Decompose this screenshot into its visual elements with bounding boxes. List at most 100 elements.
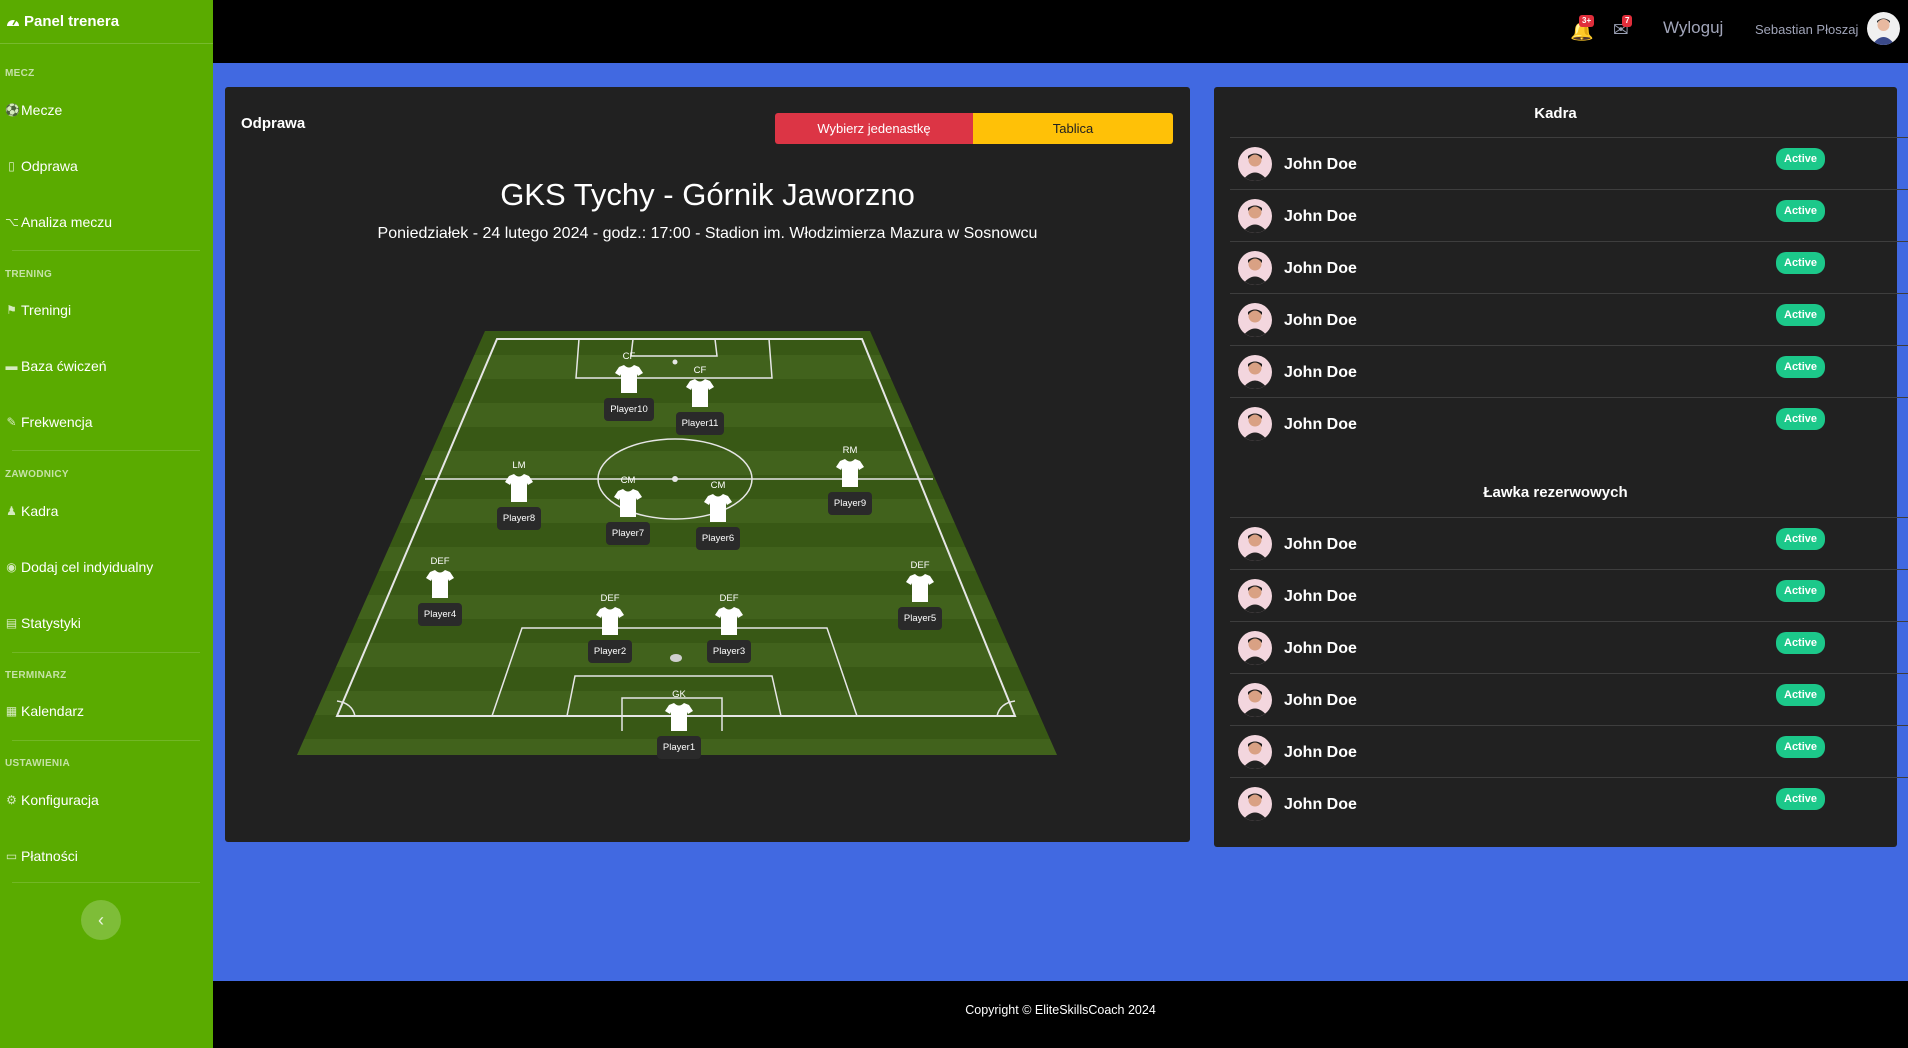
player-marker[interactable]: CM Player7 <box>588 475 668 545</box>
player-marker[interactable]: DEF Player2 <box>570 593 650 663</box>
sidebar-item-label: Płatności <box>21 848 78 864</box>
status-badge: Active <box>1776 788 1826 810</box>
dashboard-icon <box>6 14 20 30</box>
messages-button[interactable]: ✉ 7 <box>1613 15 1633 42</box>
player-name: Player8 <box>496 507 542 530</box>
sidebar-item-label: Kadra <box>21 503 59 519</box>
player-name: John Doe <box>1284 536 1357 553</box>
squad-card: Kadra John Doe Active John Doe Active John D… <box>1214 87 1908 847</box>
player-name: John Doe <box>1284 416 1357 433</box>
sidebar-brand[interactable]: Panel trenera <box>0 0 213 44</box>
sidebar-item-label: Odprawa <box>21 158 78 174</box>
sidebar-divider <box>12 652 200 653</box>
player-marker[interactable]: LM Player8 <box>479 460 559 530</box>
status-badge: Active <box>1776 632 1826 654</box>
logout-link[interactable]: Wyloguj <box>1663 18 1723 38</box>
chevron-left-icon: ‹ <box>98 909 104 930</box>
avatar <box>1238 683 1272 717</box>
avatar <box>1238 579 1272 613</box>
player-position: CM <box>710 480 726 491</box>
sidebar-item-label: Baza ćwiczeń <box>21 358 107 374</box>
player-name: Player10 <box>604 398 654 421</box>
select-lineup-button[interactable]: Wybierz jedenastkę <box>775 113 973 144</box>
calendar-icon: ▦ <box>5 704 18 718</box>
list-item[interactable]: John Doe Active <box>1230 293 1908 345</box>
sidebar-item-mecze[interactable]: ⚽ Mecze <box>5 102 62 118</box>
section-title-mecz: MECZ <box>5 68 35 79</box>
sidebar-item-konfiguracja[interactable]: ⚙ Konfiguracja <box>5 792 99 808</box>
player-marker[interactable]: CM Player6 <box>678 480 758 550</box>
sidebar-item-label: Frekwencja <box>21 414 93 430</box>
list-item[interactable]: John Doe Active <box>1230 725 1908 777</box>
status-badge: Active <box>1776 304 1826 326</box>
brand-title: Panel trenera <box>24 13 120 30</box>
list-item[interactable]: John Doe Active <box>1230 137 1908 189</box>
list-item[interactable]: John Doe Active <box>1230 621 1908 673</box>
sidebar-item-dodaj-cel[interactable]: ◉ Dodaj cel indyidualny <box>5 559 153 575</box>
list-item[interactable]: John Doe Active <box>1230 673 1908 725</box>
player-marker[interactable]: CF Player11 <box>660 365 740 435</box>
squad-title: Kadra <box>1534 105 1577 122</box>
player-position: DEF <box>600 593 620 604</box>
player-name: John Doe <box>1284 156 1357 173</box>
sidebar-divider <box>12 882 200 883</box>
sidebar-item-treningi[interactable]: ⚑ Treningi <box>5 302 71 318</box>
list-item[interactable]: John Doe Active <box>1230 517 1908 569</box>
shirt-icon <box>715 607 743 635</box>
match-title: GKS Tychy - Górnik Jaworzno <box>500 177 915 212</box>
player-marker[interactable]: DEF Player5 <box>880 560 960 630</box>
player-marker[interactable]: CF Player10 <box>589 351 669 421</box>
edit-icon: ✎ <box>6 415 17 429</box>
sidebar-collapse-button[interactable]: ‹ <box>81 900 121 940</box>
alerts-button[interactable]: 🔔 3+ <box>1570 15 1595 43</box>
shirt-icon <box>704 494 732 522</box>
user-name[interactable]: Sebastian Płoszaj <box>1755 22 1858 37</box>
copyright-text: Copyright © EliteSkillsCoach 2024 <box>965 1003 1156 1017</box>
player-marker[interactable]: DEF Player4 <box>400 556 480 626</box>
gear-icon: ⚙ <box>6 793 17 807</box>
list-item[interactable]: John Doe Active <box>1230 777 1908 829</box>
player-position: GK <box>672 689 686 700</box>
player-position: RM <box>842 445 858 456</box>
player-marker[interactable]: RM Player9 <box>810 445 890 515</box>
board-button[interactable]: Tablica <box>973 113 1173 144</box>
player-marker[interactable]: GK Player1 <box>639 689 719 759</box>
list-item[interactable]: John Doe Active <box>1230 397 1908 449</box>
avatar <box>1238 407 1272 441</box>
sidebar-item-kalendarz[interactable]: ▦ Kalendarz <box>5 703 84 719</box>
player-marker[interactable]: DEF Player3 <box>689 593 769 663</box>
briefing-card: Odprawa Wybierz jedenastkę Tablica GKS T… <box>225 87 1190 842</box>
sidebar-item-analiza[interactable]: ⌥ Analiza meczu <box>5 214 112 230</box>
list-item[interactable]: John Doe Active <box>1230 241 1908 293</box>
shirt-icon <box>505 474 533 502</box>
user-avatar[interactable] <box>1867 12 1900 45</box>
sidebar-item-baza-cwiczen[interactable]: ▬ Baza ćwiczeń <box>5 358 107 374</box>
target-icon: ◉ <box>6 560 17 574</box>
table-icon: ▤ <box>5 616 18 630</box>
player-name: John Doe <box>1284 208 1357 225</box>
shirt-icon <box>615 365 643 393</box>
sidebar-item-odprawa[interactable]: ▯ Odprawa <box>5 158 78 174</box>
sidebar-item-platnosci[interactable]: ▭ Płatności <box>5 848 78 864</box>
status-badge: Active <box>1776 200 1826 222</box>
shirt-icon <box>596 607 624 635</box>
list-item[interactable]: John Doe Active <box>1230 189 1908 241</box>
sidebar-item-label: Kalendarz <box>21 703 85 719</box>
list-item[interactable]: John Doe Active <box>1230 569 1908 621</box>
bench-title: Ławka rezerwowych <box>1483 484 1628 501</box>
match-info: Poniedziałek - 24 lutego 2024 - godz.: 1… <box>377 225 1038 242</box>
sidebar-divider <box>12 740 200 741</box>
player-name: Player7 <box>605 522 651 545</box>
list-item[interactable]: John Doe Active <box>1230 345 1908 397</box>
sidebar-item-label: Dodaj cel indyidualny <box>21 559 154 575</box>
sidebar-item-kadra[interactable]: ♟ Kadra <box>5 503 58 519</box>
status-badge: Active <box>1776 684 1826 706</box>
sidebar-item-frekwencja[interactable]: ✎ Frekwencja <box>5 414 93 430</box>
player-position: DEF <box>719 593 739 604</box>
status-badge: Active <box>1776 408 1826 430</box>
shirt-icon <box>906 574 934 602</box>
player-position: CF <box>622 351 636 362</box>
sidebar-item-statystyki[interactable]: ▤ Statystyki <box>5 615 81 631</box>
shirt-icon <box>614 489 642 517</box>
folder-icon: ▬ <box>5 359 18 373</box>
